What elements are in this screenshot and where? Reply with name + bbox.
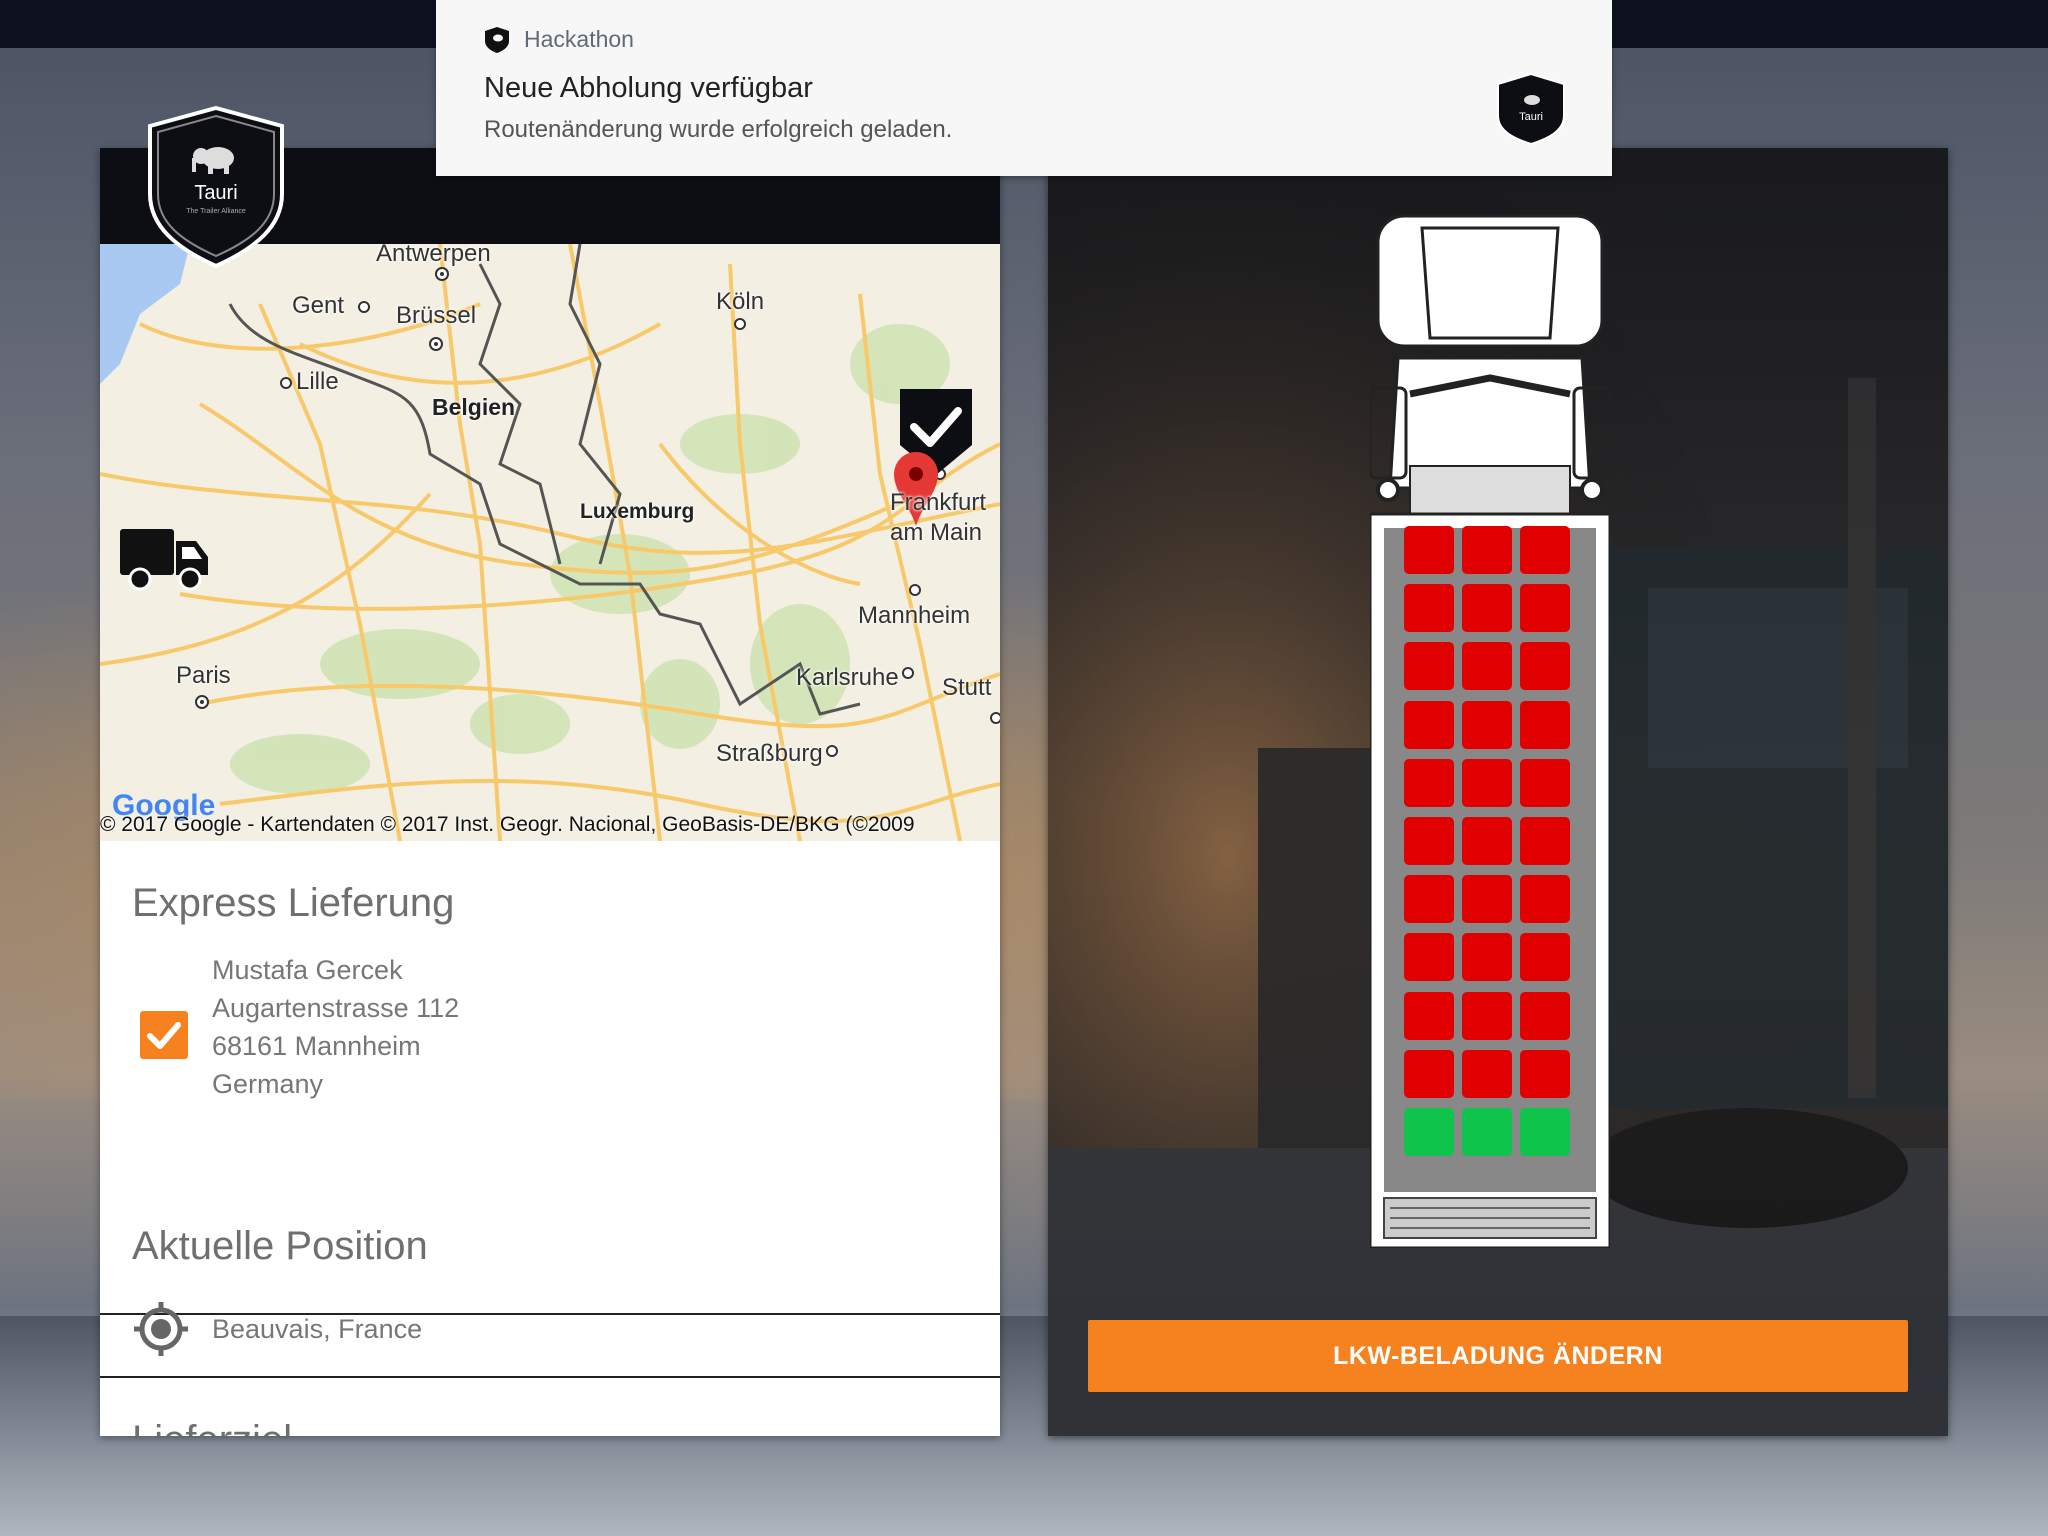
cargo-slot-full[interactable] <box>1520 526 1570 574</box>
cargo-slot-free[interactable] <box>1404 1108 1454 1156</box>
cargo-slot-free[interactable] <box>1462 1108 1512 1156</box>
cargo-slot-full[interactable] <box>1520 584 1570 633</box>
notification-logo-icon: Tauri <box>1497 72 1565 146</box>
map-label-frankfurt: Frankfurt am Main <box>890 489 987 546</box>
cargo-slot-full[interactable] <box>1520 817 1570 865</box>
cargo-slot-full[interactable] <box>1462 1049 1512 1098</box>
shield-icon <box>485 27 509 53</box>
delivery-card: Antwerpen Gent Brüssel Lille Belgien Köl… <box>100 148 1000 1436</box>
cargo-slot-full[interactable] <box>1520 933 1570 982</box>
map-label-luxemburg: Luxemburg <box>580 500 695 523</box>
address-name: Mustafa Gercek <box>212 955 403 985</box>
destination-title: Lieferziel <box>132 1418 292 1436</box>
cargo-slot-full[interactable] <box>1404 700 1454 749</box>
delivery-address: Mustafa Gercek Augartenstrasse 112 68161… <box>212 951 459 1103</box>
cargo-slot-full[interactable] <box>1520 642 1570 691</box>
map-label-antwerpen: Antwerpen <box>376 244 491 267</box>
map-canvas <box>100 244 1000 841</box>
gps-location-icon <box>134 1302 188 1356</box>
notification-text: Routenänderung wurde erfolgreich geladen… <box>484 116 953 143</box>
cargo-slot-full[interactable] <box>1520 758 1570 807</box>
truck-position-icon <box>120 529 208 591</box>
cargo-slot-full[interactable] <box>1520 991 1570 1040</box>
logo-tagline: The Trailer Alliance <box>186 208 246 215</box>
cargo-slot-free[interactable] <box>1520 1108 1570 1156</box>
map-copyright: © 2017 Google - Kartendaten © 2017 Inst.… <box>100 813 915 836</box>
checkmark-icon <box>147 1022 181 1049</box>
map-label-stuttgart: Stutt <box>942 674 992 701</box>
cargo-slot-full[interactable] <box>1462 991 1512 1040</box>
cargo-slot-full[interactable] <box>1462 584 1512 633</box>
cargo-slot-full[interactable] <box>1462 758 1512 807</box>
change-load-button[interactable]: LKW-BELADUNG ÄNDERN <box>1088 1320 1908 1392</box>
cargo-slot-full[interactable] <box>1462 700 1512 749</box>
cargo-slot-full[interactable] <box>1462 642 1512 691</box>
cargo-slot-full[interactable] <box>1520 1049 1570 1098</box>
cargo-slot-full[interactable] <box>1404 991 1454 1040</box>
cargo-slot-full[interactable] <box>1462 817 1512 865</box>
cargo-slot-full[interactable] <box>1462 875 1512 924</box>
position-section: Aktuelle Position Beauvais, France <box>100 1166 1000 1378</box>
cargo-slot-full[interactable] <box>1404 817 1454 865</box>
map-label-gent: Gent <box>292 292 345 319</box>
route-map[interactable]: Antwerpen Gent Brüssel Lille Belgien Köl… <box>100 244 1000 841</box>
truck-load-card: LKW-BELADUNG ÄNDERN <box>1048 148 1948 1436</box>
cargo-slot-full[interactable] <box>1404 758 1454 807</box>
notification-app-name: Hackathon <box>524 26 634 52</box>
cargo-slot-full[interactable] <box>1462 526 1512 574</box>
address-country: Germany <box>212 1069 324 1099</box>
map-label-koeln: Köln <box>716 288 765 315</box>
cargo-slot-full[interactable] <box>1404 933 1454 982</box>
cargo-slot-full[interactable] <box>1404 642 1454 691</box>
cargo-slot-full[interactable] <box>1404 584 1454 633</box>
map-label-lille: Lille <box>296 368 339 395</box>
cargo-slot-full[interactable] <box>1462 933 1512 982</box>
map-label-paris: Paris <box>176 662 231 689</box>
notification-banner[interactable]: Hackathon Neue Abholung verfügbar Routen… <box>436 0 1612 176</box>
cargo-slot-full[interactable] <box>1520 875 1570 924</box>
map-label-bruessel: Brüssel <box>396 302 477 329</box>
notification-logo-name: Tauri <box>1519 111 1543 123</box>
address-city: 68161 Mannheim <box>212 1031 421 1061</box>
cargo-slot-full[interactable] <box>1520 700 1570 749</box>
delivery-checkbox[interactable] <box>140 1011 188 1059</box>
cargo-slot-full[interactable] <box>1404 1049 1454 1098</box>
position-title: Aktuelle Position <box>132 1224 428 1268</box>
map-label-mannheim: Mannheim <box>858 602 971 629</box>
notification-title: Neue Abholung verfügbar <box>484 72 813 104</box>
position-value: Beauvais, France <box>212 1314 423 1344</box>
tauri-logo: Tauri The Trailer Alliance <box>148 106 284 268</box>
cargo-slot-full[interactable] <box>1404 875 1454 924</box>
map-label-belgien: Belgien <box>432 394 516 420</box>
map-label-karlsruhe: Karlsruhe <box>796 664 899 691</box>
address-street: Augartenstrasse 112 <box>212 993 460 1023</box>
cargo-slot-full[interactable] <box>1404 526 1454 574</box>
map-label-strassburg: Straßburg <box>716 740 823 767</box>
delivery-title: Express Lieferung <box>132 881 455 925</box>
logo-name: Tauri <box>194 182 237 204</box>
